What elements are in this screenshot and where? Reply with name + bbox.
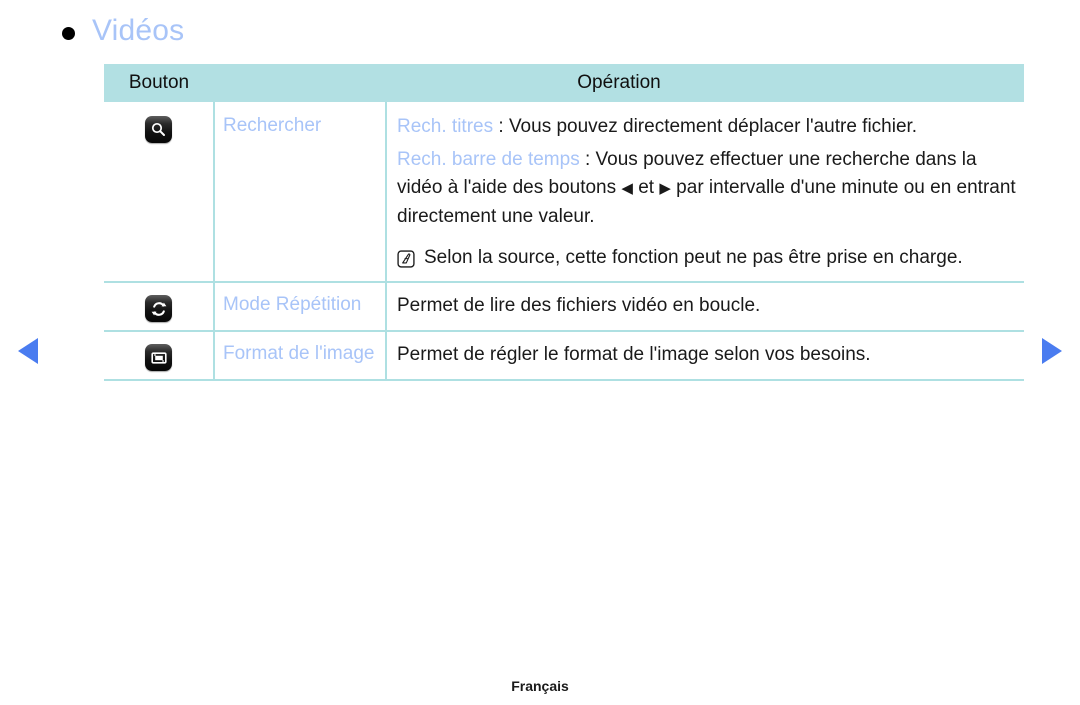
- button-operation-table: Bouton Opération Rechercher Rech. titres…: [104, 64, 1025, 381]
- picture-size-key-icon[interactable]: [145, 344, 172, 371]
- operation-separator: :: [493, 116, 509, 137]
- operation-separator: :: [579, 149, 596, 170]
- triangle-right-icon[interactable]: [1042, 338, 1062, 364]
- bullet-dot-icon: [62, 26, 75, 40]
- row-operation-cell: Rech. titres : Vous pouvez directement d…: [386, 102, 1025, 283]
- page-title: Vidéos: [92, 14, 185, 47]
- note-pen-icon: [397, 250, 415, 268]
- row-button-cell: [104, 102, 215, 283]
- note-block: Selon la source, cette fonction peut ne …: [397, 245, 1024, 271]
- operation-paragraph: Permet de régler le format de l'image se…: [397, 341, 1024, 369]
- table-row: Format de l'image Permet de régler le fo…: [104, 331, 1025, 381]
- row-button-cell: [104, 282, 215, 332]
- row-label-cell: Rechercher: [214, 102, 387, 283]
- row-label: Mode Répétition: [223, 294, 362, 315]
- row-operation-cell: Permet de lire des fichiers vidéo en bou…: [386, 282, 1025, 332]
- operation-body: Vous pouvez directement déplacer l'autre…: [508, 116, 918, 137]
- row-button-cell: [104, 331, 215, 381]
- repeat-key-icon[interactable]: [145, 295, 172, 322]
- operation-paragraph: Permet de lire des fichiers vidéo en bou…: [397, 292, 1024, 320]
- column-header-operation: Opération: [214, 64, 1025, 103]
- note-text: Selon la source, cette fonction peut ne …: [424, 247, 963, 268]
- arrow-right-icon: ▶: [659, 180, 671, 197]
- operation-body: Permet de régler le format de l'image se…: [397, 344, 871, 365]
- footer-language-label: Français: [511, 678, 569, 694]
- row-label: Format de l'image: [223, 343, 375, 364]
- row-label-cell: Format de l'image: [214, 331, 387, 381]
- page-title-block: Vidéos: [62, 14, 184, 48]
- operation-paragraph: Rech. titres : Vous pouvez directement d…: [397, 113, 1024, 141]
- table-row: Mode Répétition Permet de lire des fichi…: [104, 282, 1025, 332]
- column-header-bouton: Bouton: [104, 64, 214, 103]
- row-label-cell: Mode Répétition: [214, 282, 387, 332]
- operation-key-term: Rech. titres: [397, 116, 494, 137]
- table-header-row: Bouton Opération: [104, 64, 1025, 103]
- operation-body: Permet de lire des fichiers vidéo en bou…: [397, 295, 761, 316]
- operation-conjunction: et: [632, 177, 660, 198]
- arrow-left-icon: ◀: [621, 180, 633, 197]
- operation-key-term: Rech. barre de temps: [397, 149, 580, 170]
- triangle-left-icon[interactable]: [18, 338, 38, 364]
- search-key-icon[interactable]: [145, 116, 172, 143]
- operation-paragraph: Rech. barre de temps : Vous pouvez effec…: [397, 146, 1024, 231]
- table-header: Bouton Opération: [104, 64, 1025, 103]
- table-row: Rechercher Rech. titres : Vous pouvez di…: [104, 102, 1025, 283]
- row-operation-cell: Permet de régler le format de l'image se…: [386, 331, 1025, 381]
- row-label: Rechercher: [223, 115, 322, 136]
